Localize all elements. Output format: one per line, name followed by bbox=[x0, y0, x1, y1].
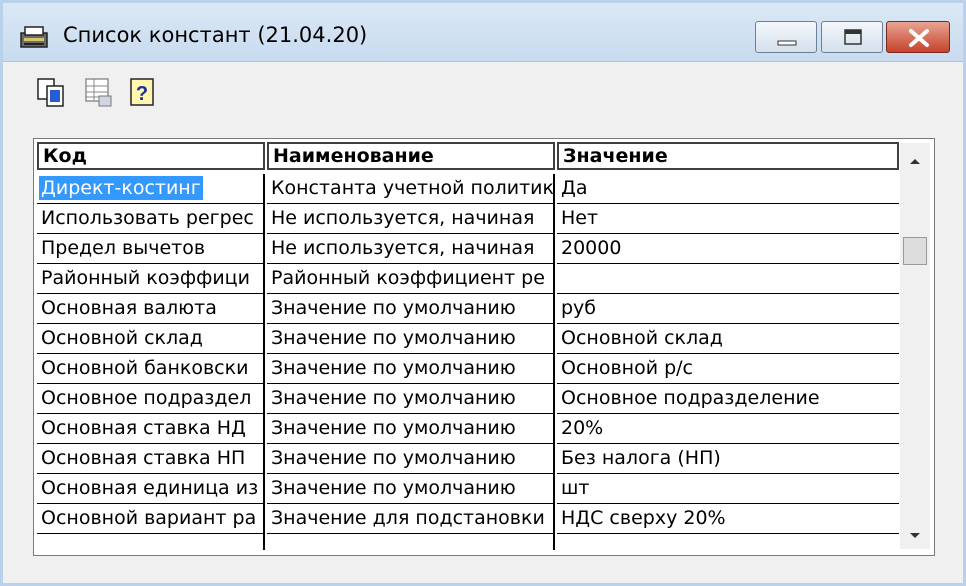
help-icon: ? bbox=[130, 78, 154, 106]
cell-value bbox=[557, 264, 899, 294]
cell-value: НДС сверху 20% bbox=[557, 504, 899, 534]
cell-value: Да bbox=[557, 174, 899, 204]
cell-name: Не используется, начиная bbox=[267, 204, 555, 234]
cell-value: 20% bbox=[557, 414, 899, 444]
close-icon bbox=[909, 29, 929, 47]
constants-window: Список констант (21.04.20) ? Код Наимено… bbox=[0, 0, 966, 586]
cell-name: Значение по умолчанию bbox=[267, 384, 555, 414]
cell-code: Использовать регрес bbox=[37, 204, 265, 234]
close-button[interactable] bbox=[886, 21, 950, 53]
table-row[interactable]: Основная единица из Значение по умолчани… bbox=[37, 474, 899, 504]
table-row[interactable]: Предел вычетов Не используется, начиная … bbox=[37, 234, 899, 264]
table-row[interactable]: Директ-костинг Константа учетной политик… bbox=[37, 174, 899, 204]
cell-name: Значение по умолчанию bbox=[267, 354, 555, 384]
cell-code: Директ-костинг bbox=[37, 174, 265, 204]
cell-code: Основной склад bbox=[37, 324, 265, 354]
table-row[interactable]: Основная валюта Значение по умолчанию ру… bbox=[37, 294, 899, 324]
table-row[interactable]: Основной склад Значение по умолчанию Осн… bbox=[37, 324, 899, 354]
minimize-icon bbox=[777, 40, 797, 46]
constants-table: Код Наименование Значение Директ-костинг… bbox=[33, 138, 935, 556]
grid-button[interactable] bbox=[83, 76, 117, 110]
maximize-button[interactable] bbox=[821, 21, 883, 53]
column-header-code[interactable]: Код bbox=[37, 142, 265, 170]
cell-name: Значение по умолчанию bbox=[267, 294, 555, 324]
grid-icon bbox=[85, 78, 112, 107]
cell-code: Районный коэффици bbox=[37, 264, 265, 294]
scrollbar-thumb[interactable] bbox=[903, 237, 927, 265]
cell-name: Значение по умолчанию bbox=[267, 324, 555, 354]
cell-value: Основной р/с bbox=[557, 354, 899, 384]
cell-code: Предел вычетов bbox=[37, 234, 265, 264]
table-row[interactable]: Основной вариант ра Значение для подстан… bbox=[37, 504, 899, 534]
cell-code: Основная ставка НД bbox=[37, 414, 265, 444]
cell-name: Не используется, начиная bbox=[267, 234, 555, 264]
table-row[interactable]: Районный коэффици Районный коэффициент р… bbox=[37, 264, 899, 294]
cell-value: шт bbox=[557, 474, 899, 504]
svg-text:?: ? bbox=[136, 83, 148, 105]
cell-value bbox=[557, 534, 899, 550]
table-row[interactable]: Основной банковски Значение по умолчанию… bbox=[37, 354, 899, 384]
copy-icon bbox=[37, 78, 64, 107]
cell-name: Значение по умолчанию bbox=[267, 474, 555, 504]
cell-value: Без налога (НП) bbox=[557, 444, 899, 474]
column-header-name[interactable]: Наименование bbox=[267, 142, 555, 170]
window-title: Список констант (21.04.20) bbox=[63, 23, 368, 47]
toolbar: ? bbox=[3, 62, 963, 126]
cell-code: Основная валюта bbox=[37, 294, 265, 324]
cell-name bbox=[267, 534, 555, 550]
cell-name: Значение по умолчанию bbox=[267, 444, 555, 474]
cell-name: Районный коэффициент ре bbox=[267, 264, 555, 294]
maximize-icon bbox=[844, 29, 862, 45]
table-row[interactable]: Использовать регрес Не используется, нач… bbox=[37, 204, 899, 234]
cell-value: Нет bbox=[557, 204, 899, 234]
cell-value: Основное подразделение bbox=[557, 384, 899, 414]
cell-code: Основное подраздел bbox=[37, 384, 265, 414]
table-row[interactable] bbox=[37, 534, 899, 550]
vertical-scrollbar[interactable] bbox=[900, 143, 930, 549]
cell-code: Основной банковски bbox=[37, 354, 265, 384]
table-row[interactable]: Основная ставка НД Значение по умолчанию… bbox=[37, 414, 899, 444]
cell-code: Основной вариант ра bbox=[37, 504, 265, 534]
cell-value: 20000 bbox=[557, 234, 899, 264]
copy-button[interactable] bbox=[35, 76, 69, 110]
scroll-up-icon[interactable] bbox=[900, 149, 930, 175]
cell-value: руб bbox=[557, 294, 899, 324]
ledger-icon bbox=[20, 26, 48, 48]
cell-code: Основная единица из bbox=[37, 474, 265, 504]
title-bar[interactable]: Список констант (21.04.20) bbox=[3, 3, 963, 62]
cell-code: Основная ставка НП bbox=[37, 444, 265, 474]
cell-name: Значение по умолчанию bbox=[267, 414, 555, 444]
minimize-button[interactable] bbox=[755, 21, 817, 53]
table-row[interactable]: Основная ставка НП Значение по умолчанию… bbox=[37, 444, 899, 474]
table-row[interactable]: Основное подраздел Значение по умолчанию… bbox=[37, 384, 899, 414]
cell-name: Значение для подстановки bbox=[267, 504, 555, 534]
cell-name: Константа учетной политик bbox=[267, 174, 555, 204]
scroll-down-icon[interactable] bbox=[900, 523, 930, 549]
column-header-value[interactable]: Значение bbox=[557, 142, 899, 170]
help-button[interactable]: ? bbox=[127, 76, 161, 110]
cell-code bbox=[37, 534, 265, 550]
cell-value: Основной склад bbox=[557, 324, 899, 354]
